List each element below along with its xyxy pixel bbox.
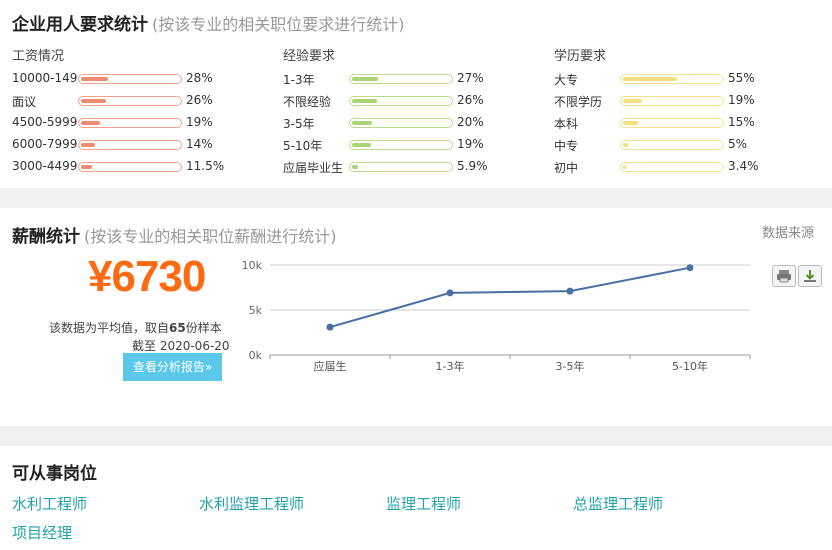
- download-button[interactable]: [798, 265, 822, 287]
- education-percent: 5%: [728, 137, 748, 151]
- requirements-title: 企业用人要求统计 (按该专业的相关职位要求进行统计): [12, 15, 405, 35]
- x-tick-label: 应届生: [314, 359, 347, 373]
- salary-progress-bar: [78, 162, 182, 172]
- education-progress-bar: [620, 74, 724, 84]
- education-label: 初中: [554, 161, 579, 175]
- education-progress-bar: [620, 140, 724, 150]
- experience-label: 3-5年: [283, 117, 315, 131]
- salary-percent: 26%: [186, 93, 213, 107]
- education-progress-fill: [623, 121, 638, 125]
- data-point: [686, 264, 694, 272]
- x-tick-label: 1-3年: [436, 359, 465, 373]
- salary-progress-bar: [78, 118, 182, 128]
- salary-label: 3000-4499: [12, 159, 78, 173]
- salary-line-chart: 0k 5k 10k 应届生 1-3年 3-5年 5-10年: [242, 259, 751, 373]
- education-progress-fill: [623, 165, 626, 169]
- experience-heading: 经验要求: [283, 49, 336, 64]
- download-icon: [804, 270, 816, 282]
- experience-progress-fill: [352, 77, 378, 81]
- x-tick-label: 5-10年: [672, 359, 708, 373]
- x-tick-label: 3-5年: [556, 359, 585, 373]
- education-label: 中专: [554, 139, 579, 153]
- salary-label: 10000-14999: [12, 71, 78, 85]
- salary-stats-title: 薪酬统计 (按该专业的相关职位薪酬进行统计): [12, 227, 337, 247]
- job-link[interactable]: 水利工程师: [12, 493, 87, 514]
- salary-percent: 19%: [186, 115, 213, 129]
- experience-percent: 26%: [457, 93, 484, 107]
- salary-progress-fill: [81, 143, 95, 147]
- education-progress-fill: [623, 143, 628, 147]
- series-line: [329, 266, 691, 329]
- experience-progress-fill: [352, 143, 371, 147]
- sample-note: 该数据为平均值，取自65份样本: [49, 321, 222, 335]
- experience-progress-bar: [349, 96, 453, 106]
- experience-label: 5-10年: [283, 139, 323, 153]
- salary-percent: 14%: [186, 137, 213, 151]
- date-note: 截至 2020-06-20: [132, 339, 230, 353]
- education-heading: 学历要求: [554, 49, 607, 64]
- job-link[interactable]: 水利监理工程师: [199, 493, 304, 514]
- salary-stats-subtitle: (按该专业的相关职位薪酬进行统计): [84, 227, 337, 246]
- print-button[interactable]: [772, 265, 796, 287]
- education-percent: 55%: [728, 71, 755, 85]
- salary-progress-fill: [81, 165, 92, 169]
- salary-progress-bar: [78, 140, 182, 150]
- data-point: [446, 289, 454, 297]
- salary-progress-bar: [78, 74, 182, 84]
- data-source-link[interactable]: 数据来源: [762, 222, 814, 241]
- job-link[interactable]: 监理工程师: [386, 493, 461, 514]
- experience-label: 不限经验: [283, 95, 332, 109]
- average-salary: ¥6730: [88, 252, 206, 301]
- job-link[interactable]: 项目经理: [12, 522, 72, 543]
- salary-progress-bar: [78, 96, 182, 106]
- section-divider: [0, 426, 832, 446]
- experience-progress-bar: [349, 74, 453, 84]
- education-percent: 19%: [728, 93, 755, 107]
- y-tick-label: 5k: [249, 304, 263, 317]
- section-divider: [0, 188, 832, 208]
- experience-percent: 19%: [457, 137, 484, 151]
- experience-label: 1-3年: [283, 73, 315, 87]
- education-label: 大专: [554, 73, 579, 87]
- experience-progress-fill: [352, 99, 377, 103]
- data-point: [566, 287, 574, 295]
- experience-progress-bar: [349, 162, 453, 172]
- job-link[interactable]: 总监理工程师: [573, 493, 663, 514]
- printer-icon: [777, 270, 791, 283]
- education-progress-bar: [620, 162, 724, 172]
- salary-progress-fill: [81, 99, 106, 103]
- experience-percent: 20%: [457, 115, 484, 129]
- education-percent: 3.4%: [728, 159, 759, 173]
- jobs-title: 可从事岗位: [12, 464, 97, 484]
- education-progress-bar: [620, 96, 724, 106]
- education-label: 本科: [554, 117, 579, 131]
- view-report-button[interactable]: 查看分析报告»: [123, 353, 222, 381]
- sample-count: 65: [169, 321, 186, 335]
- experience-label: 应届毕业生: [283, 161, 344, 175]
- experience-progress-bar: [349, 118, 453, 128]
- requirements-subtitle: (按该专业的相关职位要求进行统计): [152, 15, 405, 34]
- salary-label: 4500-5999: [12, 115, 78, 129]
- education-label: 不限学历: [554, 95, 603, 109]
- experience-progress-fill: [352, 121, 372, 125]
- salary-label: 面议: [12, 95, 37, 109]
- experience-progress-fill: [352, 165, 358, 169]
- y-tick-label: 10k: [242, 259, 263, 272]
- salary-percent: 11.5%: [186, 159, 225, 173]
- salary-percent: 28%: [186, 71, 213, 85]
- y-tick-label: 0k: [249, 349, 263, 362]
- experience-progress-bar: [349, 140, 453, 150]
- salary-heading: 工资情况: [12, 49, 65, 64]
- salary-progress-fill: [81, 77, 108, 81]
- education-progress-fill: [623, 77, 677, 81]
- education-progress-bar: [620, 118, 724, 128]
- data-point: [326, 323, 334, 331]
- requirements-section: 企业用人要求统计 (按该专业的相关职位要求进行统计) 工资情况 经验要求 学历要求…: [0, 0, 832, 188]
- experience-percent: 27%: [457, 71, 484, 85]
- education-progress-fill: [623, 99, 642, 103]
- education-percent: 15%: [728, 115, 755, 129]
- salary-label: 6000-7999: [12, 137, 78, 151]
- experience-percent: 5.9%: [457, 159, 488, 173]
- salary-progress-fill: [81, 121, 100, 125]
